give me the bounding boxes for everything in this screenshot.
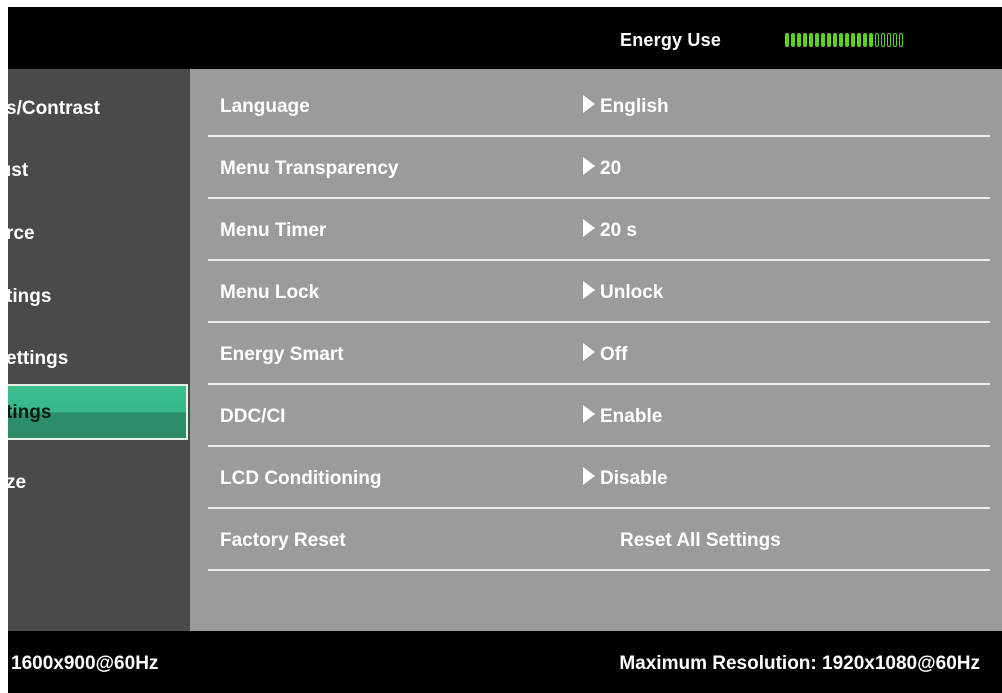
nav-item-label: tings <box>8 286 52 307</box>
nav-item-label: rce <box>8 223 35 244</box>
energy-meter-segment <box>893 33 897 47</box>
nav-item-other-settings[interactable]: tings <box>8 384 188 440</box>
setting-label: Menu Lock <box>220 282 320 303</box>
setting-row-language[interactable]: Language English <box>208 75 990 137</box>
setting-label: Language <box>220 96 310 117</box>
setting-label: Energy Smart <box>220 344 344 365</box>
nav-item-brightness-contrast[interactable]: s/Contrast <box>8 85 190 133</box>
nav-item-display-settings[interactable]: ettings <box>8 335 190 383</box>
setting-label: Menu Timer <box>220 220 327 241</box>
play-arrow-icon <box>583 95 595 113</box>
current-resolution: 1600x900@60Hz <box>11 653 159 674</box>
setting-label: LCD Conditioning <box>220 468 382 489</box>
play-arrow-icon <box>583 281 595 299</box>
energy-meter-segment <box>887 33 891 47</box>
energy-meter-segment <box>821 33 825 47</box>
play-arrow-icon <box>583 467 595 485</box>
nav-item-personalize[interactable]: ze <box>8 459 190 507</box>
energy-meter-segment <box>791 33 795 47</box>
setting-label: Factory Reset <box>220 530 346 551</box>
energy-meter-segment <box>857 33 861 47</box>
setting-value: 20 s <box>600 220 637 241</box>
osd-nav-menu: s/Contrast ıst rce tings ettings tings z… <box>8 69 190 631</box>
nav-item-label: tings <box>8 402 52 423</box>
monitor-osd-menu: Energy Use s/Contrast ıst rce tings etti… <box>8 7 1002 693</box>
energy-meter-segment <box>797 33 801 47</box>
energy-meter-segment <box>839 33 843 47</box>
setting-value: Reset All Settings <box>620 530 781 551</box>
nav-item-color-settings[interactable]: tings <box>8 273 190 321</box>
energy-meter-segment <box>875 33 879 47</box>
play-arrow-icon <box>583 405 595 423</box>
energy-meter-segment <box>851 33 855 47</box>
setting-value: 20 <box>600 158 622 179</box>
energy-meter-segment <box>881 33 885 47</box>
setting-row-menu-lock[interactable]: Menu Lock Unlock <box>208 261 990 323</box>
nav-item-label: ettings <box>8 348 69 369</box>
setting-row-menu-timer[interactable]: Menu Timer 20 s <box>208 199 990 261</box>
setting-value: Off <box>600 344 628 365</box>
energy-meter-segment <box>803 33 807 47</box>
energy-meter-segment <box>785 33 789 47</box>
settings-panel: Language English Menu Transparency 20 Me… <box>190 69 1002 631</box>
energy-meter-segment <box>827 33 831 47</box>
energy-meter-segment <box>899 33 903 47</box>
setting-label: Menu Transparency <box>220 158 399 179</box>
energy-use-label: Energy Use <box>620 30 722 50</box>
play-arrow-icon <box>583 219 595 237</box>
setting-row-menu-transparency[interactable]: Menu Transparency 20 <box>208 137 990 199</box>
setting-value: Unlock <box>600 282 664 303</box>
energy-meter-segment <box>869 33 873 47</box>
osd-footer: 1600x900@60Hz Maximum Resolution: 1920x1… <box>8 631 1002 693</box>
maximum-resolution: Maximum Resolution: 1920x1080@60Hz <box>619 653 980 674</box>
setting-row-energy-smart[interactable]: Energy Smart Off <box>208 323 990 385</box>
nav-item-label: ıst <box>8 160 29 181</box>
setting-value: Enable <box>600 406 663 427</box>
setting-row-lcd-conditioning[interactable]: LCD Conditioning Disable <box>208 447 990 509</box>
setting-row-factory-reset[interactable]: Factory Reset Reset All Settings <box>208 509 990 571</box>
setting-value: English <box>600 96 669 117</box>
energy-meter-segment <box>863 33 867 47</box>
play-arrow-icon <box>583 343 595 361</box>
energy-meter-segment <box>845 33 849 47</box>
setting-row-ddc-ci[interactable]: DDC/CI Enable <box>208 385 990 447</box>
energy-meter-segment <box>815 33 819 47</box>
nav-item-label: s/Contrast <box>8 98 100 119</box>
energy-meter-segment <box>809 33 813 47</box>
osd-header: Energy Use <box>8 7 1002 69</box>
nav-item-label: ze <box>8 472 27 493</box>
energy-meter-segment <box>833 33 837 47</box>
nav-item-input-source[interactable]: rce <box>8 210 190 258</box>
play-arrow-icon <box>583 157 595 175</box>
energy-use-meter <box>785 33 905 49</box>
nav-item-auto-adjust[interactable]: ıst <box>8 147 190 195</box>
setting-value: Disable <box>600 468 668 489</box>
setting-label: DDC/CI <box>220 406 286 427</box>
